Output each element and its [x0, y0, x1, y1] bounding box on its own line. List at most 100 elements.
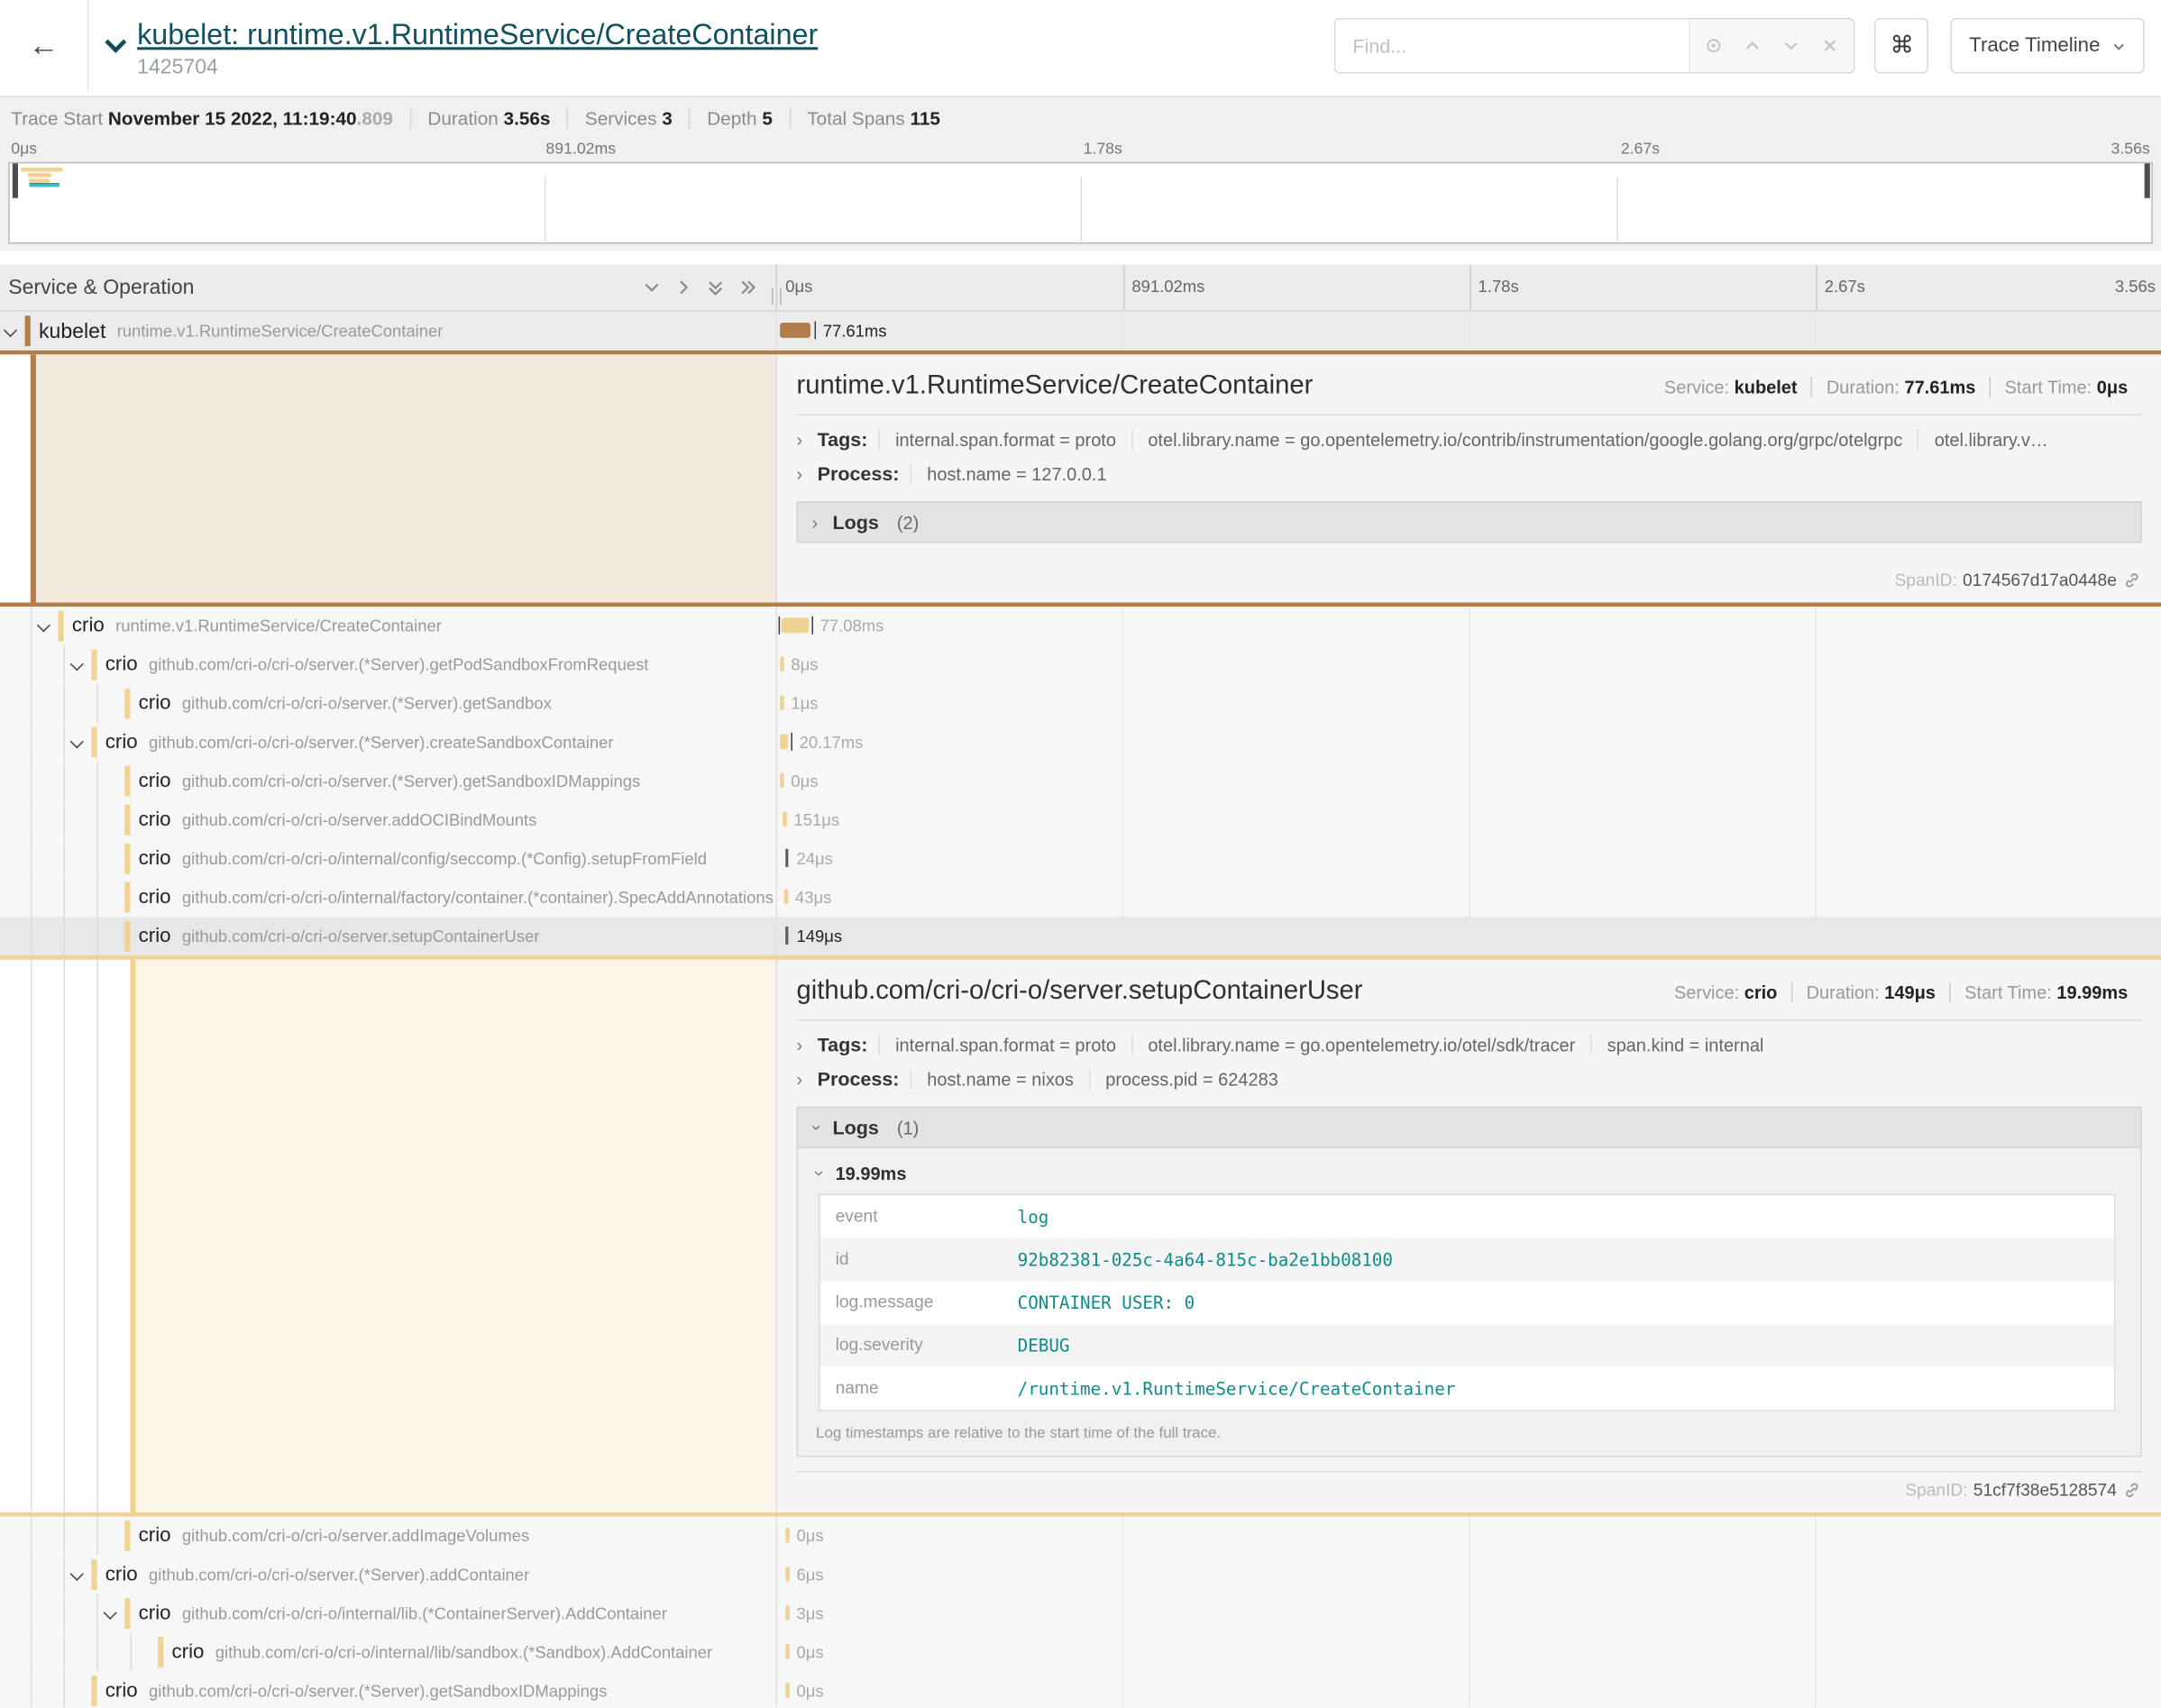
log-entry-header[interactable]: › 19.99ms — [815, 1164, 2124, 1184]
find-box — [1334, 18, 1855, 73]
span-row[interactable]: crio github.com/cri-o/cri-o/server.(*Ser… — [0, 723, 2161, 762]
chevron-down-icon[interactable] — [70, 657, 84, 671]
next-match-icon[interactable] — [1782, 36, 1802, 56]
link-icon[interactable] — [2122, 1481, 2142, 1501]
service-color-bar — [124, 844, 130, 874]
tag-summary: otel.library.name = go.opentelemetry.io/… — [1131, 1035, 1590, 1055]
prev-match-icon[interactable] — [1744, 36, 1763, 56]
operation-name: github.com/cri-o/cri-o/internal/lib.(*Co… — [182, 1603, 667, 1623]
span-bar[interactable] — [782, 617, 810, 633]
span-duration: 1μs — [791, 694, 818, 714]
chevron-right-icon: › — [797, 1035, 808, 1055]
span-bar[interactable] — [785, 1683, 789, 1698]
tags-section[interactable]: › Tags: internal.span.format = proto ote… — [797, 1033, 2142, 1055]
service-operation-header: Service & Operation — [0, 276, 194, 299]
span-row[interactable]: crio github.com/cri-o/cri-o/server.addOC… — [0, 800, 2161, 839]
log-field-value: /runtime.v1.RuntimeService/CreateContain… — [1003, 1367, 2114, 1411]
trace-total-spans: Total Spans 115 — [789, 108, 957, 129]
span-bar[interactable] — [784, 889, 788, 904]
span-bar[interactable] — [780, 695, 783, 710]
span-row[interactable]: crio github.com/cri-o/cri-o/server.(*Ser… — [0, 1556, 2161, 1594]
span-row[interactable]: crio github.com/cri-o/cri-o/server.(*Ser… — [0, 1672, 2161, 1708]
service-color-bar — [158, 1637, 163, 1667]
span-row[interactable]: crio github.com/cri-o/cri-o/internal/con… — [0, 839, 2161, 878]
collapse-all-icon[interactable] — [707, 279, 725, 297]
trace-title-link[interactable]: kubelet: runtime.v1.RuntimeService/Creat… — [137, 19, 818, 52]
service-color-bar — [124, 766, 130, 797]
expand-all-icon[interactable] — [738, 279, 756, 297]
span-bar[interactable] — [780, 656, 783, 671]
process-summary: host.name = nixos — [911, 1069, 1089, 1090]
span-bar[interactable] — [785, 927, 788, 945]
minimap-left-handle[interactable] — [13, 163, 18, 197]
trace-summary: Trace Start November 15 2022, 11:19:40.8… — [8, 97, 2153, 141]
logs-section-collapsed[interactable]: › Logs (2) — [797, 501, 2142, 543]
span-row[interactable]: crio github.com/cri-o/cri-o/server.(*Ser… — [0, 645, 2161, 684]
span-bar[interactable] — [785, 849, 788, 867]
span-row-selected[interactable]: crio github.com/cri-o/cri-o/server.setup… — [0, 917, 2161, 955]
logs-content: › 19.99ms event log id 92b82381-025c-4a6… — [797, 1148, 2142, 1457]
span-row[interactable]: crio github.com/cri-o/cri-o/internal/lib… — [0, 1633, 2161, 1672]
span-bar[interactable] — [783, 811, 786, 827]
timeline-header: Service & Operation 0μs 891.02ms 1.78s 2… — [0, 264, 2161, 311]
chevron-down-icon[interactable] — [4, 324, 17, 337]
find-input[interactable] — [1336, 20, 1689, 72]
collapse-trace-chevron-icon[interactable] — [105, 31, 126, 52]
span-bar[interactable] — [780, 323, 810, 338]
service-color-bar — [124, 921, 130, 952]
find-controls — [1689, 20, 1854, 72]
ruler-tick: 2.67s — [1825, 277, 1865, 297]
chevron-down-icon[interactable] — [70, 735, 84, 748]
chevron-down-icon[interactable] — [104, 1606, 117, 1620]
tag-summary: otel.library.v… — [1918, 429, 2064, 450]
process-section[interactable]: › Process: host.name = 127.0.0.1 — [797, 462, 2142, 485]
span-row[interactable]: crio runtime.v1.RuntimeService/CreateCon… — [0, 607, 2161, 645]
minimap-tick: 3.56s — [2111, 142, 2150, 158]
log-field-value: 92b82381-025c-4a64-815c-ba2e1bb08100 — [1003, 1238, 2114, 1282]
trace-view-label: Trace Timeline — [1969, 34, 2100, 57]
span-row[interactable]: crio github.com/cri-o/cri-o/internal/lib… — [0, 1594, 2161, 1633]
span-bar[interactable] — [785, 1644, 789, 1659]
clear-find-icon[interactable] — [1821, 36, 1841, 56]
span-bar[interactable] — [780, 734, 788, 749]
process-summary: host.name = 127.0.0.1 — [911, 464, 1122, 485]
scope-icon[interactable] — [1705, 36, 1725, 56]
keyboard-shortcuts-button[interactable]: ⌘ — [1875, 18, 1929, 73]
logs-section-expanded[interactable]: › Logs (1) — [797, 1107, 2142, 1148]
span-bar[interactable] — [785, 1566, 789, 1582]
span-detail-card: github.com/cri-o/cri-o/server.setupConta… — [775, 960, 2161, 1512]
span-duration: 149μs — [797, 927, 843, 946]
collapse-one-icon[interactable] — [643, 279, 661, 297]
tags-section[interactable]: › Tags: internal.span.format = proto ote… — [797, 428, 2142, 451]
process-section[interactable]: › Process: host.name = nixos process.pid… — [797, 1068, 2142, 1091]
minimap-span-bar — [29, 178, 50, 182]
span-bar[interactable] — [785, 1528, 789, 1543]
operation-name: github.com/cri-o/cri-o/internal/config/s… — [182, 849, 707, 869]
detail-duration: Duration: 149μs — [1791, 982, 1950, 1002]
log-field-value: CONTAINER USER: 0 — [1003, 1281, 2114, 1324]
log-fields-table: event log id 92b82381-025c-4a64-815c-ba2… — [819, 1194, 2115, 1411]
service-color-bar — [124, 1598, 130, 1629]
service-color-bar — [124, 882, 130, 913]
span-row[interactable]: crio github.com/cri-o/cri-o/internal/fac… — [0, 878, 2161, 917]
link-icon[interactable] — [2122, 571, 2142, 590]
span-list: kubelet runtime.v1.RuntimeService/Create… — [0, 312, 2161, 1708]
chevron-down-icon[interactable] — [70, 1567, 84, 1581]
chevron-down-icon[interactable] — [37, 618, 50, 632]
expand-one-icon[interactable] — [674, 279, 692, 297]
trace-view-selector[interactable]: Trace Timeline — [1951, 18, 2144, 73]
operation-name: github.com/cri-o/cri-o/internal/factory/… — [182, 888, 774, 908]
span-id: SpanID:51cf7f38e5128574 — [1905, 1481, 2141, 1501]
span-row[interactable]: crio github.com/cri-o/cri-o/server.(*Ser… — [0, 684, 2161, 723]
span-row-kubelet-createcontainer[interactable]: kubelet runtime.v1.RuntimeService/Create… — [0, 312, 2161, 351]
span-duration: 0μs — [797, 1681, 824, 1701]
minimap-right-handle[interactable] — [2145, 163, 2150, 197]
span-bar[interactable] — [785, 1605, 789, 1621]
span-bar[interactable] — [780, 772, 783, 788]
back-button[interactable]: ← — [0, 0, 88, 91]
span-row[interactable]: crio github.com/cri-o/cri-o/server.(*Ser… — [0, 762, 2161, 800]
trace-minimap[interactable] — [8, 162, 2153, 244]
span-row[interactable]: crio github.com/cri-o/cri-o/server.addIm… — [0, 1517, 2161, 1556]
service-name: crio — [139, 1603, 171, 1625]
trace-header: ← kubelet: runtime.v1.RuntimeService/Cre… — [0, 0, 2161, 91]
